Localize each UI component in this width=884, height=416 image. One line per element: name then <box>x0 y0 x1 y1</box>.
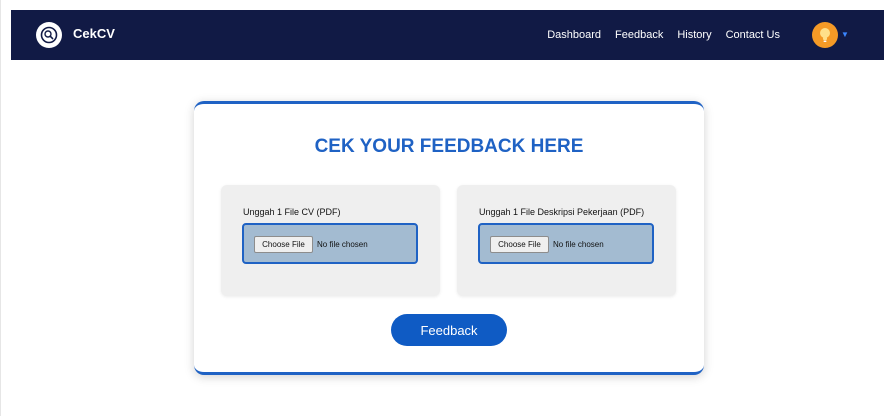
lightbulb-icon <box>820 28 830 42</box>
job-description-upload-label: Unggah 1 File Deskripsi Pekerjaan (PDF) <box>479 207 645 217</box>
job-description-file-status: No file chosen <box>553 240 604 249</box>
nav-links: Dashboard Feedback History Contact Us <box>547 29 780 41</box>
chevron-down-icon[interactable]: ▼ <box>841 30 849 39</box>
job-description-choose-file-button[interactable]: Choose File <box>490 236 549 253</box>
nav-link-history[interactable]: History <box>677 29 711 41</box>
cv-file-status: No file chosen <box>317 240 368 249</box>
cv-choose-file-button[interactable]: Choose File <box>254 236 313 253</box>
magnifier-document-icon <box>40 26 58 44</box>
feedback-card: CEK YOUR FEEDBACK HERE Unggah 1 File CV … <box>194 101 704 375</box>
nav-link-dashboard[interactable]: Dashboard <box>547 29 601 41</box>
card-title: CEK YOUR FEEDBACK HERE <box>314 136 584 157</box>
navbar: CekCV Dashboard Feedback History Contact… <box>11 10 884 60</box>
cv-upload-box: Unggah 1 File CV (PDF) Choose File No fi… <box>221 185 440 296</box>
cv-file-input[interactable]: Choose File No file chosen <box>242 223 418 264</box>
job-description-file-input[interactable]: Choose File No file chosen <box>478 223 654 264</box>
brand-name[interactable]: CekCV <box>73 26 115 41</box>
feedback-submit-button[interactable]: Feedback <box>391 314 507 346</box>
nav-link-contact-us[interactable]: Contact Us <box>726 29 780 41</box>
nav-link-feedback[interactable]: Feedback <box>615 29 663 41</box>
cv-upload-label: Unggah 1 File CV (PDF) <box>243 207 341 217</box>
job-description-upload-box: Unggah 1 File Deskripsi Pekerjaan (PDF) … <box>457 185 676 296</box>
avatar[interactable] <box>812 22 838 48</box>
page: CekCV Dashboard Feedback History Contact… <box>0 0 884 416</box>
logo[interactable] <box>36 22 62 48</box>
